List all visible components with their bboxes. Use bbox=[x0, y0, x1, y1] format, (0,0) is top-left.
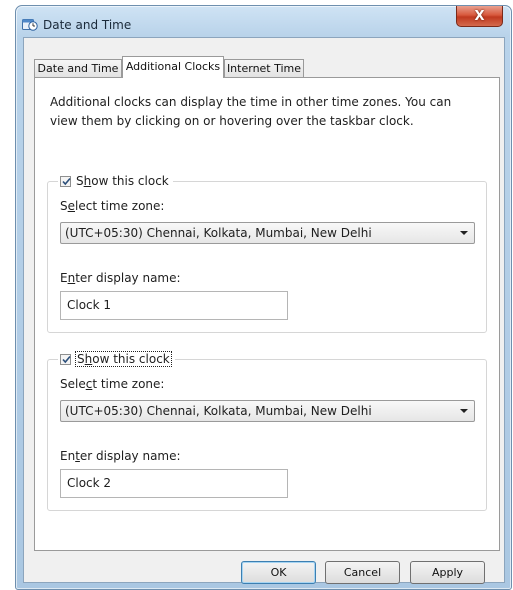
dialog-client-area: Date and Time Additional Clocks Internet… bbox=[23, 37, 505, 584]
clock-1-timezone-value: (UTC+05:30) Chennai, Kolkata, Mumbai, Ne… bbox=[65, 226, 372, 240]
clock-1-timezone-select[interactable]: (UTC+05:30) Chennai, Kolkata, Mumbai, Ne… bbox=[60, 222, 475, 244]
close-button[interactable]: X bbox=[456, 6, 503, 27]
date-time-dialog: Date and Time X Date and Time Additional… bbox=[15, 5, 512, 590]
intro-text: Additional clocks can display the time i… bbox=[50, 95, 452, 128]
clock-2-show-label: Show this clock bbox=[75, 351, 172, 367]
clock-1-group: Show this clock Select time zone: (UTC+0… bbox=[47, 172, 487, 333]
clock-2-timezone-label: Select time zone: bbox=[60, 377, 165, 391]
tab-date-and-time[interactable]: Date and Time bbox=[34, 59, 122, 77]
checkmark-icon bbox=[62, 177, 71, 185]
checkmark-icon bbox=[62, 355, 71, 363]
clock-2-show-checkbox[interactable] bbox=[60, 353, 71, 365]
clock-2-timezone-select[interactable]: (UTC+05:30) Chennai, Kolkata, Mumbai, Ne… bbox=[60, 400, 475, 422]
clock-1-show-checkbox[interactable] bbox=[60, 175, 71, 187]
close-icon: X bbox=[474, 8, 485, 24]
clock-1-display-name-label: Enter display name: bbox=[60, 271, 181, 285]
clock-1-show-checkbox-row[interactable]: Show this clock bbox=[58, 172, 173, 190]
tab-additional-clocks[interactable]: Additional Clocks bbox=[122, 56, 224, 78]
additional-clocks-panel: Additional clocks can display the time i… bbox=[34, 77, 500, 551]
clock-2-display-name-input[interactable]: Clock 2 bbox=[60, 469, 288, 498]
date-time-app-icon bbox=[22, 17, 38, 31]
apply-button[interactable]: Apply bbox=[410, 561, 485, 584]
clock-2-display-name-label: Enter display name: bbox=[60, 449, 181, 463]
cancel-button[interactable]: Cancel bbox=[325, 561, 400, 584]
tab-internet-time[interactable]: Internet Time bbox=[224, 59, 304, 77]
clock-2-timezone-value: (UTC+05:30) Chennai, Kolkata, Mumbai, Ne… bbox=[65, 404, 372, 418]
clock-1-display-name-input[interactable]: Clock 1 bbox=[60, 291, 288, 320]
clock-2-group: Show this clock Select time zone: (UTC+0… bbox=[47, 350, 487, 511]
clock-1-show-label: Show this clock bbox=[76, 174, 169, 188]
tab-strip: Date and Time Additional Clocks Internet… bbox=[34, 56, 504, 78]
chevron-down-icon bbox=[460, 231, 468, 235]
clock-1-timezone-label: Select time zone: bbox=[60, 199, 165, 213]
window-title: Date and Time bbox=[43, 18, 132, 32]
chevron-down-icon bbox=[460, 409, 468, 413]
ok-button[interactable]: OK bbox=[241, 561, 316, 584]
clock-2-show-checkbox-row[interactable]: Show this clock bbox=[58, 350, 175, 368]
